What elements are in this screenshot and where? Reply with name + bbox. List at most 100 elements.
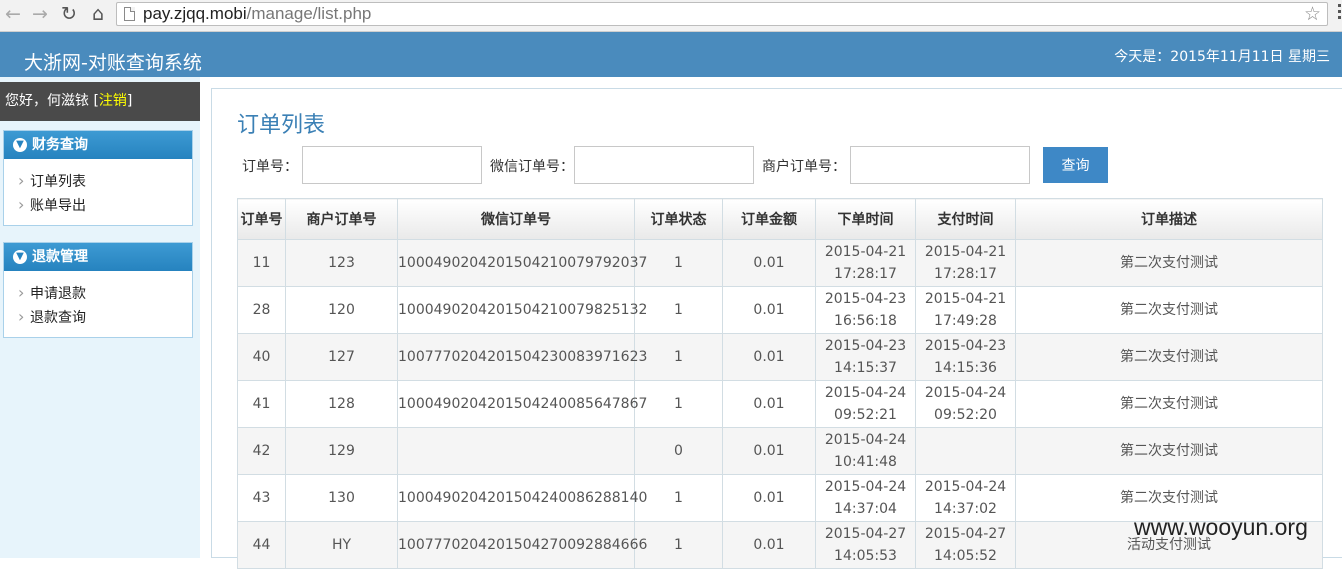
- table-cell: 0.01: [722, 474, 816, 522]
- page-title: 订单列表: [237, 113, 326, 138]
- table-header-row: 订单号 商户订单号 微信订单号 订单状态 订单金额 下单时间 支付时间 订单描述: [237, 198, 1323, 240]
- time-part: 16:56:18: [834, 313, 897, 329]
- table-cell: 127: [285, 333, 398, 381]
- time-part: 09:52:21: [834, 407, 897, 423]
- date-part: 2015-04-21: [824, 244, 907, 260]
- finance-query-panel: ▼ 财务查询 订单列表 账单导出: [3, 130, 193, 226]
- site-header: 大浙网-对账查询系统 今天是：2015年11月11日 星期三: [0, 32, 1342, 77]
- merchant-order-input[interactable]: [850, 146, 1030, 184]
- table-row: 11 123 1000490204201504210079792037 1 0.01 20…: [237, 239, 1323, 287]
- main-content: 订单列表 订单号： 微信订单号： 商户订单号： 查询 订单号 商户订单号 微信订单号…: [211, 88, 1342, 569]
- table-cell: 0: [634, 427, 723, 475]
- date-part: 2015-04-21: [924, 291, 1007, 307]
- merchant-order-label: 商户订单号：: [762, 159, 846, 175]
- table-cell: 43: [237, 474, 286, 522]
- table-cell: 第二次支付测试: [1015, 286, 1323, 334]
- table-cell: 2015-04-21 17:49:28: [915, 286, 1016, 334]
- table-cell: 0.01: [722, 286, 816, 334]
- refund-management-header[interactable]: ▼ 退款管理: [4, 243, 192, 271]
- chevron-down-icon: ▼: [13, 138, 27, 152]
- table-cell: 42: [237, 427, 286, 475]
- table-cell: 1000490204201504210079825132: [397, 286, 647, 334]
- table-cell: 1000490204201504240086288140: [397, 474, 647, 522]
- current-date: 今天是：2015年11月11日 星期三: [1114, 49, 1330, 65]
- logout-link[interactable]: 注销: [99, 93, 127, 109]
- finance-query-header[interactable]: ▼ 财务查询: [4, 131, 192, 159]
- table-cell: 11: [237, 239, 286, 287]
- table-cell: 1: [634, 521, 723, 569]
- url-host: pay.zjqq.mobi: [143, 4, 247, 23]
- user-greeting: 您好，何滋铱 [注销]: [0, 82, 200, 121]
- date-part: 2015-04-27: [824, 526, 907, 542]
- column-header: 订单金额: [722, 198, 816, 240]
- address-bar[interactable]: pay.zjqq.mobi/manage/list.php ☆: [116, 2, 1328, 26]
- refund-management-panel: ▼ 退款管理 申请退款 退款查询: [3, 242, 193, 338]
- table-cell: 0.01: [722, 239, 816, 287]
- table-cell: 0.01: [722, 333, 816, 381]
- table-cell: 2015-04-23 14:15:37: [815, 333, 916, 381]
- table-cell: 40: [237, 333, 286, 381]
- table-cell: 2015-04-24 14:37:04: [815, 474, 916, 522]
- table-cell: 2015-04-27 14:05:52: [915, 521, 1016, 569]
- column-header: 下单时间: [815, 198, 916, 240]
- order-no-label: 订单号：: [242, 159, 298, 175]
- table-cell: 2015-04-24 09:52:21: [815, 380, 916, 428]
- time-part: 14:37:04: [834, 501, 897, 517]
- table-cell: 1007770204201504230083971623: [397, 333, 647, 381]
- time-part: 14:37:02: [934, 501, 997, 517]
- time-part: 14:05:52: [934, 548, 997, 564]
- table-row: 41 128 1000490204201504240085647867 1 0.01 20…: [237, 380, 1323, 428]
- table-cell: 1000490204201504240085647867: [397, 380, 647, 428]
- table-cell: 0.01: [722, 521, 816, 569]
- date-part: 2015-04-21: [924, 244, 1007, 260]
- column-header: 订单状态: [634, 198, 723, 240]
- table-cell: 2015-04-23 14:15:36: [915, 333, 1016, 381]
- home-icon[interactable]: ⌂: [86, 2, 110, 26]
- order-no-input[interactable]: [302, 146, 482, 184]
- column-header: 支付时间: [915, 198, 1016, 240]
- date-part: 2015-04-27: [924, 526, 1007, 542]
- table-cell: 2015-04-21 17:28:17: [915, 239, 1016, 287]
- time-part: 14:05:53: [834, 548, 897, 564]
- table-cell: 44: [237, 521, 286, 569]
- watermark: www.wooyun.org: [1134, 514, 1308, 540]
- time-part: 14:15:36: [934, 360, 997, 376]
- refund-management-title: 退款管理: [32, 249, 88, 265]
- back-icon[interactable]: ←: [1, 2, 25, 26]
- table-cell: HY: [285, 521, 398, 569]
- sidebar-item-order-list[interactable]: 订单列表: [4, 169, 192, 194]
- sidebar-item-apply-refund[interactable]: 申请退款: [4, 281, 192, 306]
- sidebar: 您好，何滋铱 [注销] ▼ 财务查询 订单列表 账单导出 ▼ 退款管理 申请退款…: [0, 77, 200, 558]
- table-cell: 130: [285, 474, 398, 522]
- forward-icon[interactable]: →: [28, 2, 52, 26]
- sidebar-item-refund-query[interactable]: 退款查询: [4, 305, 192, 330]
- table-cell: 第二次支付测试: [1015, 333, 1323, 381]
- query-button[interactable]: 查询: [1043, 147, 1108, 183]
- date-part: 2015-04-23: [924, 338, 1007, 354]
- table-cell: 第二次支付测试: [1015, 239, 1323, 287]
- table-cell: 2015-04-24 14:37:02: [915, 474, 1016, 522]
- column-header: 订单描述: [1015, 198, 1323, 240]
- wechat-order-input[interactable]: [574, 146, 754, 184]
- table-cell: [915, 427, 1016, 475]
- table-cell: 1: [634, 239, 723, 287]
- table-cell: 2015-04-27 14:05:53: [815, 521, 916, 569]
- menu-icon[interactable]: [1338, 4, 1342, 24]
- page-icon: [124, 7, 135, 21]
- table-cell: 1000490204201504210079792037: [397, 239, 647, 287]
- column-header: 订单号: [237, 198, 286, 240]
- table-cell: [397, 427, 635, 475]
- table-cell: 1: [634, 474, 723, 522]
- star-icon[interactable]: ☆: [1304, 3, 1321, 25]
- time-part: 17:28:17: [934, 266, 997, 282]
- finance-query-title: 财务查询: [32, 137, 88, 153]
- reload-icon[interactable]: ↻: [57, 2, 81, 26]
- table-row: 28 120 1000490204201504210079825132 1 0.01 20…: [237, 286, 1323, 334]
- sidebar-item-bill-export[interactable]: 账单导出: [4, 193, 192, 218]
- site-title: 大浙网-对账查询系统: [24, 52, 202, 74]
- table-cell: 2015-04-24 09:52:20: [915, 380, 1016, 428]
- table-cell: 第二次支付测试: [1015, 427, 1323, 475]
- table-cell: 0.01: [722, 380, 816, 428]
- url-text[interactable]: pay.zjqq.mobi/manage/list.php: [143, 3, 371, 25]
- table-cell: 2015-04-24 10:41:48: [815, 427, 916, 475]
